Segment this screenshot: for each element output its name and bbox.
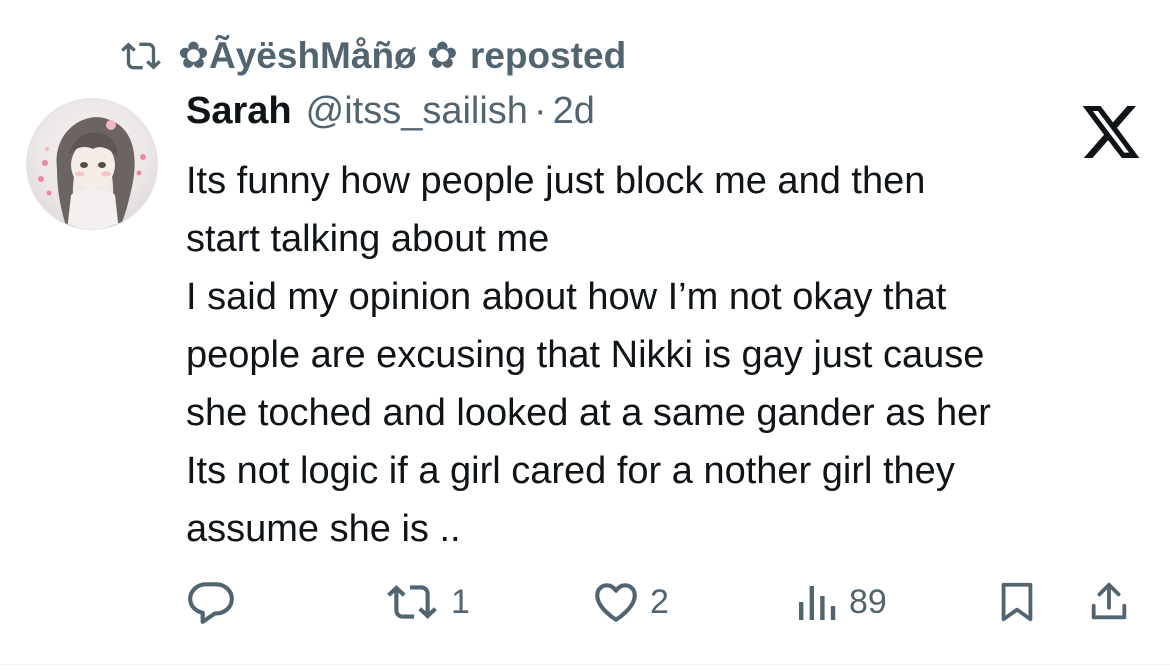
divider bbox=[0, 664, 1170, 665]
tweet-text-line: Its not logic if a girl cared for a noth… bbox=[186, 450, 955, 492]
tweet-text-line: people are excusing that Nikki is gay ju… bbox=[186, 334, 985, 376]
like-button[interactable]: 2 bbox=[590, 574, 669, 630]
repost-indicator: ✿ÃyëshMåñø ✿ reposted bbox=[118, 34, 626, 77]
x-logo-icon bbox=[1082, 106, 1140, 158]
repost-icon bbox=[121, 41, 161, 70]
author-handle[interactable]: @itss_sailish bbox=[306, 90, 528, 133]
avatar-image bbox=[38, 117, 146, 229]
tweet-header: Sarah @itss_sailish · 2d bbox=[186, 90, 595, 133]
tweet-text-line: assume she is .. bbox=[186, 508, 461, 550]
author-name[interactable]: Sarah bbox=[186, 90, 292, 133]
separator-dot: · bbox=[533, 90, 547, 132]
views-icon bbox=[799, 586, 836, 620]
share-button[interactable] bbox=[1086, 574, 1132, 630]
repost-count: 1 bbox=[451, 582, 470, 621]
tweet-text-line: I said my opinion about how I’m not okay… bbox=[186, 276, 947, 318]
views-count: 89 bbox=[849, 582, 887, 621]
tweet-text: Its funny how people just block me and t… bbox=[186, 152, 1146, 558]
tweet-text-line: she toched and looked at a same gander a… bbox=[186, 392, 991, 434]
reply-button[interactable] bbox=[186, 574, 244, 630]
heart-icon bbox=[595, 583, 637, 622]
action-bar: 1 2 89 bbox=[0, 574, 1170, 634]
timestamp[interactable]: 2d bbox=[553, 90, 595, 133]
repost-icon bbox=[387, 585, 437, 619]
repost-button[interactable]: 1 bbox=[381, 574, 470, 630]
like-count: 2 bbox=[650, 582, 669, 621]
tweet-text-line: start talking about me bbox=[186, 218, 550, 260]
share-icon bbox=[1091, 582, 1127, 620]
bookmark-icon bbox=[1001, 582, 1033, 622]
repost-label: reposted bbox=[469, 34, 627, 76]
tweet-text-line: Its funny how people just block me and t… bbox=[186, 160, 926, 202]
avatar[interactable] bbox=[26, 98, 158, 230]
reposter-name[interactable]: ✿ÃyëshMåñø ✿ bbox=[178, 34, 458, 77]
tweet-card[interactable]: ✿ÃyëshMåñø ✿ reposted Sarah @itss_sailis… bbox=[0, 0, 1170, 671]
views-button[interactable]: 89 bbox=[793, 574, 887, 630]
bookmark-button[interactable] bbox=[994, 574, 1040, 630]
reply-icon bbox=[188, 582, 234, 624]
